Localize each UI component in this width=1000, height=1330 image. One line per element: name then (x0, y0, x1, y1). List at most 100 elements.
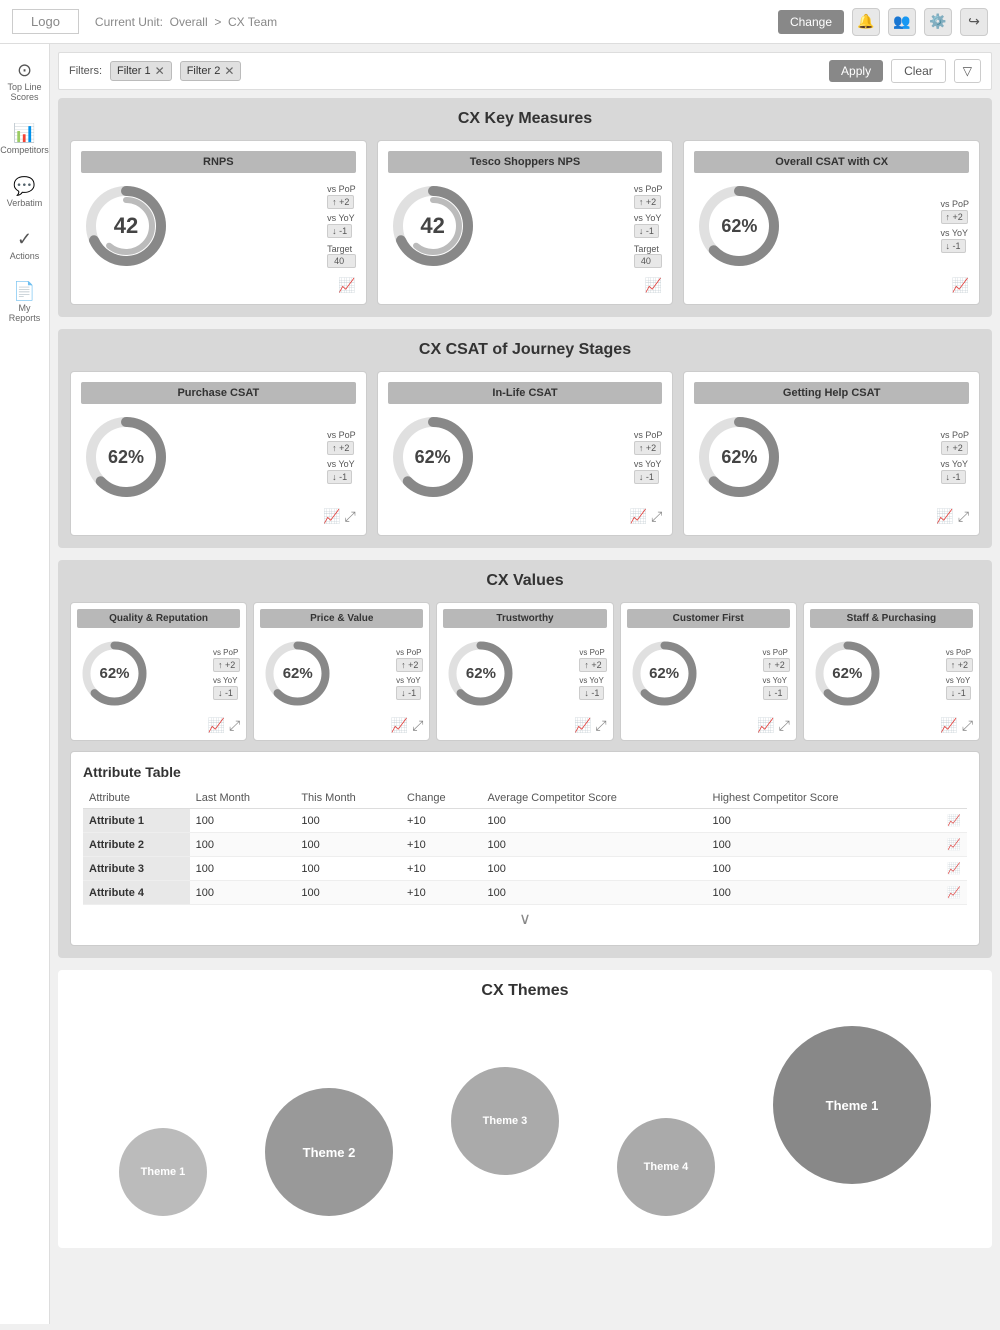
trustworthy-expand-icon[interactable]: ⤢ (595, 717, 606, 734)
attr-change: +10 (401, 857, 481, 881)
sidebar-item-competitors[interactable]: 📊 Competitors (0, 115, 49, 164)
gear-icon[interactable]: ⚙️ (924, 8, 952, 36)
col-high-comp: Highest Competitor Score (707, 788, 927, 809)
filter-tag-2[interactable]: Filter 2 ✕ (180, 61, 242, 81)
table-row: Attribute 1 100 100 +10 100 100 📈 (83, 809, 967, 833)
filter-icon[interactable]: ▽ (954, 59, 981, 83)
attr-change: +10 (401, 809, 481, 833)
trustworthy-donut: 62% (443, 636, 518, 711)
sidebar-item-actions[interactable]: ✓ Actions (0, 221, 49, 270)
inlife-csat-donut: 62% (388, 412, 478, 502)
overall-yoy-group: vs YoY ↓ -1 (941, 228, 970, 253)
attr-last-month: 100 (190, 857, 296, 881)
apply-button[interactable]: Apply (829, 60, 883, 82)
cx-key-measures-section: CX Key Measures RNPS 42 (58, 98, 992, 317)
customer-first-chart-icon[interactable]: 📈 (757, 717, 774, 734)
quality-rep-expand-icon[interactable]: ⤢ (229, 717, 240, 734)
themes-bubbles: Theme 1 Theme 2 Theme 3 Theme 4 Theme 1 (70, 1016, 980, 1236)
attr-last-month: 100 (190, 833, 296, 857)
sidebar-item-verbatim[interactable]: 💬 Verbatim (0, 168, 49, 217)
customer-first-title: Customer First (627, 609, 790, 628)
signout-icon[interactable]: ↪ (960, 8, 988, 36)
staff-purchasing-chart-icon[interactable]: 📈 (940, 717, 957, 734)
price-value-body: 62% vs PoP ↑ +2 vs YoY ↓ -1 (260, 636, 423, 711)
tesco-yoy-group: vs YoY ↓ -1 (634, 213, 663, 238)
quality-rep-title: Quality & Reputation (77, 609, 240, 628)
attr-row-chart-icon[interactable]: 📈 (926, 809, 967, 833)
quality-rep-card: Quality & Reputation 62% vs PoP (70, 602, 247, 741)
trustworthy-chart-icon[interactable]: 📈 (574, 717, 591, 734)
purchase-chart-icon[interactable]: 📈 (323, 508, 340, 525)
tesco-nps-chart-icon[interactable]: 📈 (645, 277, 662, 294)
attr-last-month: 100 (190, 881, 296, 905)
tesco-nps-donut: 42 (388, 181, 478, 271)
price-value-expand-icon[interactable]: ⤢ (412, 717, 423, 734)
purchase-expand-icon[interactable]: ⤢ (344, 508, 355, 525)
attr-last-month: 100 (190, 809, 296, 833)
bell-icon[interactable]: 🔔 (852, 8, 880, 36)
attr-this-month: 100 (295, 881, 401, 905)
cx-key-measures-cards: RNPS 42 vs PoP (70, 140, 980, 305)
cx-themes-title: CX Themes (70, 982, 980, 1000)
theme-bubble[interactable]: Theme 2 (265, 1088, 393, 1216)
getting-help-csat-card: Getting Help CSAT 62% vs PoP (683, 371, 980, 536)
inlife-chart-icon[interactable]: 📈 (630, 508, 647, 525)
purchase-csat-footer: 📈 ⤢ (81, 508, 356, 525)
theme-bubble[interactable]: Theme 1 (119, 1128, 207, 1216)
theme-bubble[interactable]: Theme 4 (617, 1118, 715, 1216)
quality-rep-chart-icon[interactable]: 📈 (208, 717, 225, 734)
breadcrumb-label: Current Unit: (95, 15, 163, 29)
cx-key-measures-title: CX Key Measures (70, 110, 980, 128)
getting-help-title: Getting Help CSAT (694, 382, 969, 404)
rnps-donut: 42 (81, 181, 171, 271)
breadcrumb-sub: CX Team (228, 15, 277, 29)
theme-bubble[interactable]: Theme 1 (773, 1026, 931, 1184)
overall-pop-badge: ↑ +2 (941, 210, 968, 224)
getting-help-chart-icon[interactable]: 📈 (936, 508, 953, 525)
customer-first-expand-icon[interactable]: ⤢ (779, 717, 790, 734)
rnps-value: 42 (114, 213, 138, 239)
load-more-button[interactable]: ∨ (83, 905, 967, 933)
filter-tag-1[interactable]: Filter 1 ✕ (110, 61, 172, 81)
attr-row-chart-icon[interactable]: 📈 (926, 881, 967, 905)
rnps-chart-icon[interactable]: 📈 (338, 277, 355, 294)
customer-first-stats: vs PoP ↑ +2 vs YoY ↓ -1 (763, 648, 790, 700)
header-icons: Change 🔔 👥 ⚙️ ↪ (778, 8, 988, 36)
getting-help-stats: vs PoP ↑ +2 vs YoY ↓ -1 (941, 430, 970, 484)
attr-row-chart-icon[interactable]: 📈 (926, 833, 967, 857)
quality-rep-value: 62% (99, 665, 129, 682)
staff-purchasing-expand-icon[interactable]: ⤢ (962, 717, 973, 734)
cx-values-section: CX Values Quality & Reputation 62% (58, 560, 992, 958)
attr-row-chart-icon[interactable]: 📈 (926, 857, 967, 881)
inlife-csat-body: 62% vs PoP ↑ +2 vs YoY ↓ -1 (388, 412, 663, 502)
theme-bubble[interactable]: Theme 3 (451, 1067, 559, 1175)
purchase-csat-body: 62% vs PoP ↑ +2 vs YoY ↓ -1 (81, 412, 356, 502)
attribute-table-section: Attribute Table Attribute Last Month Thi… (70, 751, 980, 946)
attr-name: Attribute 2 (83, 833, 190, 857)
table-header-row: Attribute Last Month This Month Change A… (83, 788, 967, 809)
price-value-chart-icon[interactable]: 📈 (391, 717, 408, 734)
attr-this-month: 100 (295, 833, 401, 857)
sidebar-item-top-line[interactable]: ⊙ Top Line Scores (0, 52, 49, 111)
filter-bar: Filters: Filter 1 ✕ Filter 2 ✕ Apply Cle… (58, 52, 992, 90)
people-icon[interactable]: 👥 (888, 8, 916, 36)
clear-button[interactable]: Clear (891, 59, 946, 83)
chat-icon: 💬 (13, 176, 35, 197)
tesco-target-row: Target 40 (634, 244, 663, 268)
rnps-stats: vs PoP ↑ +2 vs YoY ↓ -1 Target 40 (327, 184, 356, 268)
filter-tag-2-remove[interactable]: ✕ (224, 64, 234, 78)
staff-purchasing-footer: 📈 ⤢ (810, 717, 973, 734)
rnps-yoy-badge: ↓ -1 (327, 224, 352, 238)
breadcrumb: Current Unit: Overall > CX Team (95, 15, 778, 29)
filter-tag-2-label: Filter 2 (187, 65, 221, 77)
getting-help-expand-icon[interactable]: ⤢ (958, 508, 969, 525)
overall-csat-chart-icon[interactable]: 📈 (952, 277, 969, 294)
rnps-yoy-label: vs YoY (327, 213, 356, 223)
sidebar-label-top-line: Top Line Scores (4, 83, 45, 103)
overall-csat-card: Overall CSAT with CX 62% vs PoP (683, 140, 980, 305)
change-button[interactable]: Change (778, 10, 844, 34)
attr-avg-comp: 100 (481, 833, 706, 857)
sidebar-item-reports[interactable]: 📄 My Reports (0, 273, 49, 332)
filter-tag-1-remove[interactable]: ✕ (155, 64, 165, 78)
inlife-expand-icon[interactable]: ⤢ (651, 508, 662, 525)
